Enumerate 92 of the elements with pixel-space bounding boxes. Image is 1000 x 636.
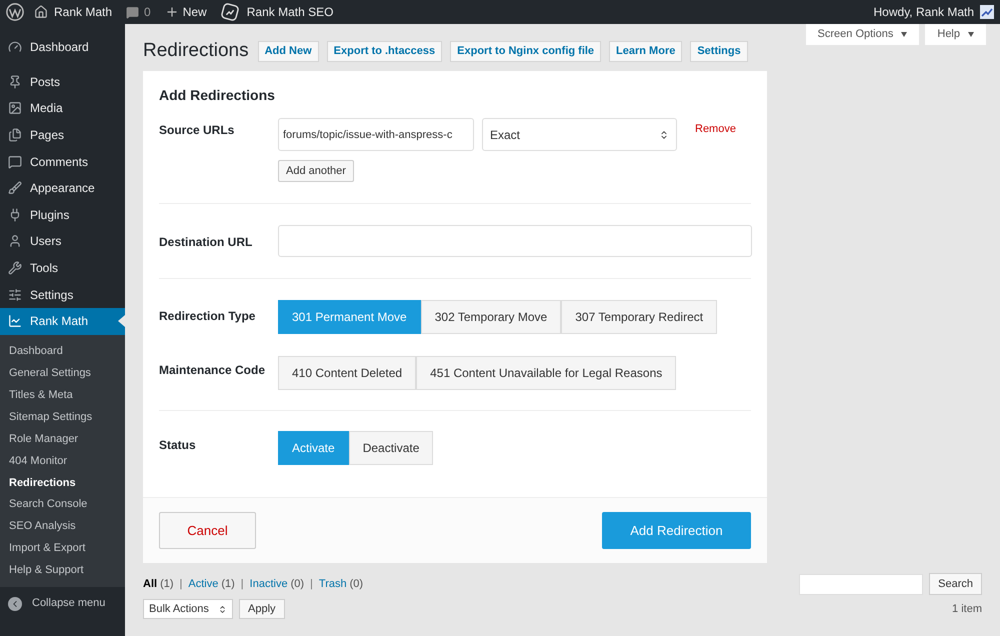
field-label: Status xyxy=(159,437,197,454)
submenu-item[interactable]: Redirections xyxy=(0,472,125,494)
submenu-item[interactable]: Dashboard xyxy=(0,340,125,362)
page-action-button[interactable]: Learn More xyxy=(609,40,682,62)
page-action-button[interactable]: Export to Nginx config file xyxy=(450,40,602,62)
menu-icon xyxy=(8,314,22,328)
field-label: Maintenance Code xyxy=(159,362,266,379)
submenu-item[interactable]: Titles & Meta xyxy=(0,384,125,406)
page-action-button[interactable]: Settings xyxy=(690,40,748,62)
toggle-option[interactable]: Deactivate xyxy=(348,431,434,465)
field-label: Destination URL xyxy=(159,234,254,251)
search-button[interactable]: Search xyxy=(929,573,982,595)
account-greeting[interactable]: Howdy, Rank Math xyxy=(874,3,974,21)
field-label: Source URLs xyxy=(159,122,236,139)
search-field[interactable] xyxy=(799,574,924,594)
avatar-icon[interactable] xyxy=(980,5,994,19)
status-filter-link[interactable]: Active xyxy=(188,576,218,592)
current-indicator-icon xyxy=(118,314,125,327)
bulk-actions-select[interactable]: Bulk Actions xyxy=(143,599,233,619)
toggle-option[interactable]: 302 Temporary Move xyxy=(420,300,562,334)
comment-icon xyxy=(126,6,140,18)
plugin-link[interactable]: Rank Math SEO xyxy=(246,3,334,21)
collapse-menu[interactable]: Collapse menu xyxy=(0,595,125,612)
submenu-item[interactable]: Sitemap Settings xyxy=(0,406,125,428)
menu-icon xyxy=(8,128,22,142)
menu-icon xyxy=(8,40,22,54)
filter-count: (0) xyxy=(350,576,364,592)
rank-math-logo-icon xyxy=(220,3,239,21)
remove-link[interactable]: Remove xyxy=(695,121,736,138)
menu-item[interactable]: Media xyxy=(0,95,125,122)
page-action-button[interactable]: Add New xyxy=(258,40,319,62)
dropdown-arrow-icon xyxy=(968,32,974,37)
menu-icon xyxy=(8,288,22,302)
plus-icon xyxy=(164,5,179,19)
toggle-option[interactable]: 307 Temporary Redirect xyxy=(561,300,718,334)
menu-item[interactable]: Appearance xyxy=(0,174,125,202)
form-title: Add Redirections xyxy=(159,86,276,105)
destination-url-field[interactable] xyxy=(278,225,752,257)
item-count: 1 item xyxy=(952,602,982,617)
menu-item[interactable]: Users xyxy=(0,228,125,255)
menu-icon xyxy=(8,234,22,248)
submenu-item[interactable]: 404 Monitor xyxy=(0,450,125,472)
page-title: Redirections xyxy=(143,38,249,63)
collapse-icon xyxy=(8,596,22,611)
comment-count[interactable]: 0 xyxy=(144,3,151,21)
status-filter-link[interactable]: All xyxy=(143,576,158,592)
add-another-button[interactable]: Add another xyxy=(278,160,354,182)
submenu-item[interactable]: Search Console xyxy=(0,494,125,516)
filter-separator: | xyxy=(310,576,313,592)
match-type-select[interactable]: Exact xyxy=(482,118,677,151)
screen-meta-toggle[interactable]: Help xyxy=(925,24,986,45)
menu-item[interactable]: Plugins xyxy=(0,202,125,228)
menu-item[interactable]: Settings xyxy=(0,281,125,308)
submenu-item[interactable]: Import & Export xyxy=(0,538,125,560)
toggle-option[interactable]: 410 Content Deleted xyxy=(278,356,416,390)
submenu-item[interactable]: General Settings xyxy=(0,362,125,384)
page-action-button[interactable]: Export to .htaccess xyxy=(326,40,442,62)
apply-button[interactable]: Apply xyxy=(239,599,285,619)
wordpress-logo-icon[interactable] xyxy=(6,3,24,21)
new-link[interactable]: New xyxy=(182,3,207,21)
filter-separator: | xyxy=(240,576,244,592)
menu-item[interactable]: Posts xyxy=(0,68,125,96)
status-filter-link[interactable]: Inactive xyxy=(250,576,288,592)
menu-item[interactable]: Dashboard xyxy=(0,34,125,61)
filter-count: (0) xyxy=(290,576,304,592)
menu-icon xyxy=(8,154,22,169)
site-link[interactable]: Rank Math xyxy=(54,3,112,21)
dropdown-arrow-icon xyxy=(901,32,908,37)
select-arrow-icon xyxy=(218,604,227,614)
home-icon xyxy=(34,5,48,19)
submenu-item[interactable]: Help & Support xyxy=(0,559,125,582)
screen-meta-toggle[interactable]: Screen Options xyxy=(806,24,920,45)
menu-item[interactable]: Pages xyxy=(0,122,125,148)
status-filter-link[interactable]: Trash xyxy=(318,576,347,592)
select-arrow-icon xyxy=(659,130,669,140)
menu-icon xyxy=(8,208,22,222)
menu-icon xyxy=(8,74,22,89)
filter-count: (1) xyxy=(160,576,174,592)
toggle-option[interactable]: 451 Content Unavailable for Legal Reasons xyxy=(416,356,676,390)
submenu-item[interactable]: SEO Analysis xyxy=(0,516,125,538)
field-label: Redirection Type xyxy=(159,308,256,325)
menu-item[interactable]: Rank Math xyxy=(0,308,125,335)
menu-icon xyxy=(8,101,22,116)
menu-icon xyxy=(8,181,22,196)
menu-icon xyxy=(8,261,22,276)
filter-separator: | xyxy=(180,576,182,592)
cancel-button[interactable]: Cancel xyxy=(159,512,256,549)
submenu-item[interactable]: Role Manager xyxy=(0,428,125,450)
source-url-field[interactable]: forums/topic/issue-with-anspress-c xyxy=(278,118,474,151)
filter-count: (1) xyxy=(221,576,235,592)
menu-item[interactable]: Comments xyxy=(0,148,125,175)
menu-item[interactable]: Tools xyxy=(0,254,125,282)
